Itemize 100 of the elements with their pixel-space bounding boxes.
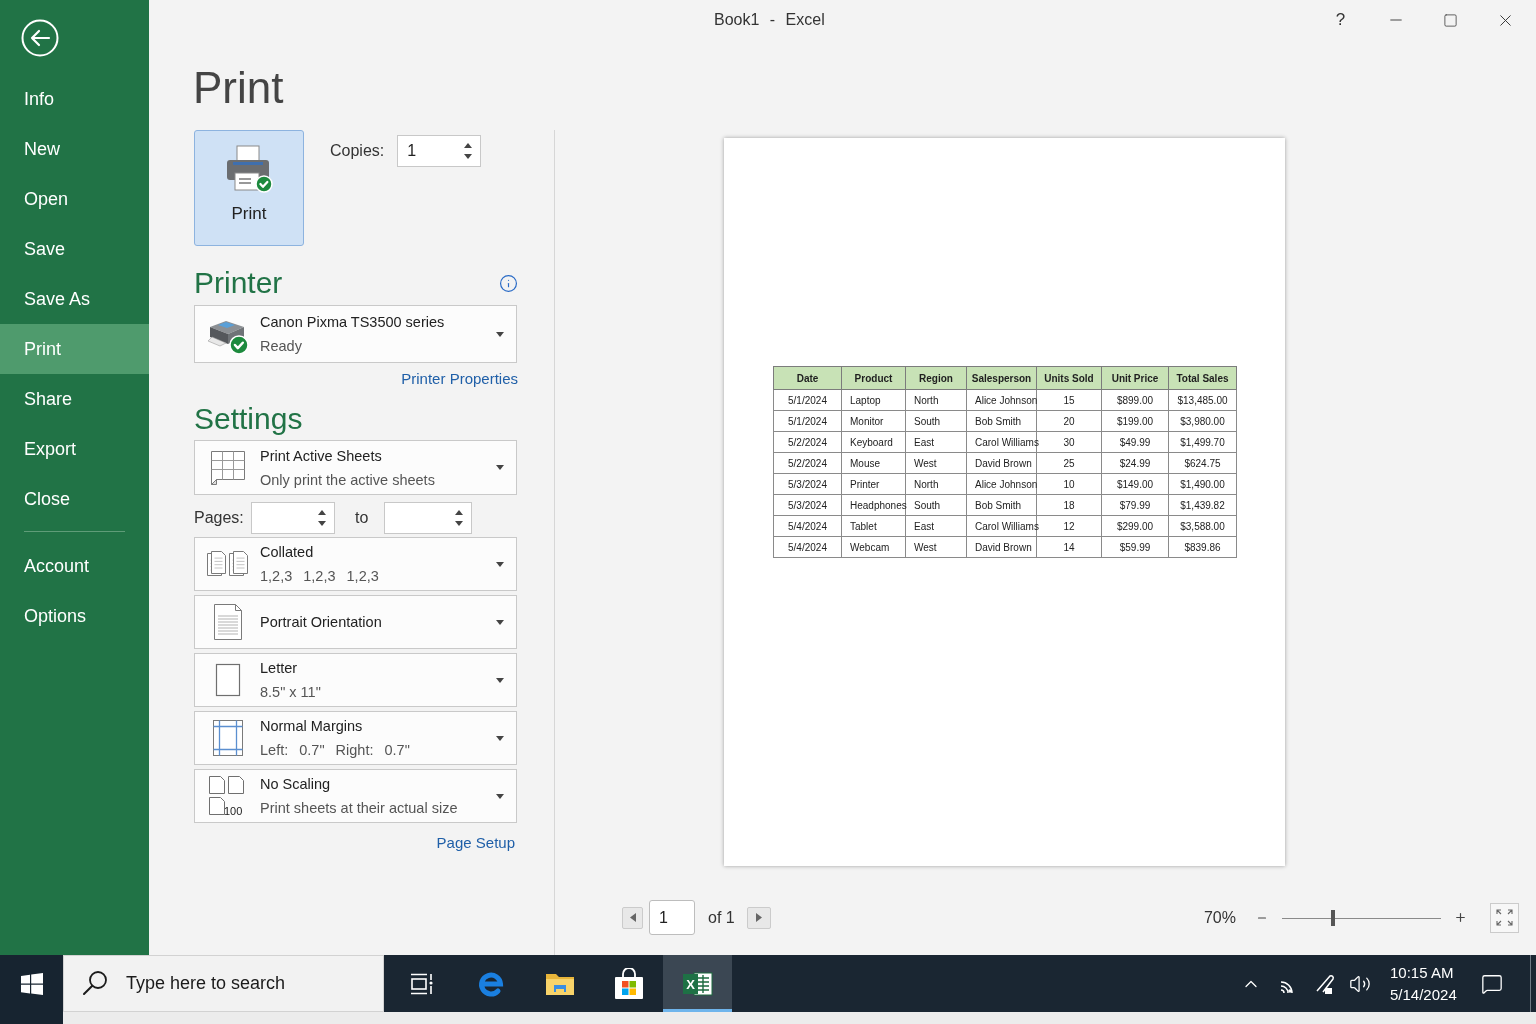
search-field[interactable]: Type here to search (63, 955, 384, 1012)
table-cell: $1,439.82 (1168, 494, 1237, 516)
page-from-field[interactable] (251, 502, 335, 534)
sidebar-item[interactable]: Info (0, 74, 149, 124)
page-to-field[interactable] (384, 502, 473, 534)
table-cell: $79.99 (1101, 494, 1169, 516)
blank-page-icon (214, 663, 241, 697)
clock[interactable]: 10:15 AM 5/14/2024 (1378, 963, 1470, 1004)
table-cell: North (905, 389, 967, 411)
table-cell: $3,588.00 (1168, 515, 1237, 537)
page-setup-link[interactable]: Page Setup (436, 833, 515, 853)
table-cell: 5/1/2024 (773, 410, 842, 432)
table-cell: $299.00 (1101, 515, 1169, 537)
task-view-icon (409, 972, 434, 995)
windows-logo-icon (20, 972, 43, 995)
caret-icon (496, 619, 504, 625)
table-cell: 25 (1036, 452, 1102, 474)
table-cell: Headphones (841, 494, 906, 516)
table-cell: Bob Smith (966, 494, 1037, 516)
table-cell: Alice Johnson (966, 473, 1037, 495)
sidebar-item[interactable]: Account (0, 541, 149, 591)
sidebar-item[interactable]: Save (0, 224, 149, 274)
margins-dropdown[interactable]: Normal Margins Left: 0.7" Right: 0.7" (194, 711, 517, 765)
sheet-grid-icon (209, 449, 246, 486)
table-cell: Printer (841, 473, 906, 495)
search-icon (82, 970, 108, 996)
sidebar-item[interactable]: Export (0, 424, 149, 474)
copies-field[interactable]: 1 (397, 135, 482, 167)
table-cell: $13,485.00 (1168, 389, 1237, 411)
table-header-cell: Region (905, 366, 967, 390)
pages-label: Pages: (194, 509, 245, 527)
sidebar-item[interactable]: Close (0, 474, 149, 524)
table-cell: 15 (1036, 389, 1102, 411)
table-cell: $839.86 (1168, 536, 1237, 558)
table-header-cell: Salesperson (966, 366, 1037, 390)
table-cell: South (905, 410, 967, 432)
orientation-dropdown[interactable]: Portrait Orientation (194, 595, 517, 649)
expand-arrows-icon (1496, 909, 1513, 926)
table-cell: 5/4/2024 (773, 536, 842, 558)
spin-arrows-icon[interactable] (318, 509, 326, 527)
info-icon[interactable] (499, 273, 518, 293)
table-cell: 5/3/2024 (773, 494, 842, 516)
caret-right-icon (755, 913, 762, 922)
table-cell: $624.75 (1168, 452, 1237, 474)
back-icon[interactable] (21, 19, 59, 57)
caret-icon (496, 677, 504, 683)
table-cell: 5/4/2024 (773, 515, 842, 537)
table-header-cell: Date (773, 366, 842, 390)
page-number-field[interactable]: 1 (649, 900, 695, 935)
sidebar-item[interactable]: Share (0, 374, 149, 424)
table-cell: $899.00 (1101, 389, 1169, 411)
printer-properties-link[interactable]: Printer Properties (401, 369, 518, 389)
table-header-cell: Product (841, 366, 906, 390)
table-cell: West (905, 536, 967, 558)
table-cell: $199.00 (1101, 410, 1169, 432)
pen-icon[interactable] (1314, 972, 1335, 995)
paper-size-dropdown[interactable]: Letter 8.5" x 11" (194, 653, 517, 707)
page-margins-icon (211, 719, 244, 757)
table-header-cell: Unit Price (1101, 366, 1169, 390)
table-cell: 10 (1036, 473, 1102, 495)
previous-page-button[interactable] (622, 906, 643, 929)
help-button[interactable]: ? (1313, 0, 1368, 40)
start-button[interactable] (0, 955, 63, 1024)
table-cell: 5/2/2024 (773, 452, 842, 474)
print-button[interactable]: Print (194, 130, 304, 246)
caret-icon (496, 735, 504, 741)
sidebar-item[interactable]: Print (0, 324, 149, 374)
zoom-to-page-button[interactable] (1490, 902, 1519, 933)
caret-icon (496, 331, 504, 337)
spin-arrows-icon[interactable] (455, 509, 464, 527)
page-count: of 1 (708, 908, 735, 927)
table-cell: Mouse (841, 452, 906, 474)
table-cell: $59.99 (1101, 536, 1169, 558)
print-scope-dropdown[interactable]: Print Active Sheets Only print the active sheets (194, 440, 517, 495)
table-header-cell: Total Sales (1168, 366, 1237, 390)
printer-dropdown[interactable]: Canon Pixma TS3500 series Ready (194, 305, 517, 363)
table-cell: 5/2/2024 (773, 431, 842, 453)
sidebar-item[interactable]: Open (0, 174, 149, 224)
table-cell: David Brown (966, 536, 1037, 558)
zoom-slider-track[interactable] (1282, 909, 1441, 926)
caret-icon (496, 465, 504, 470)
table-cell: Monitor (841, 410, 906, 432)
window-title: Book1 - Excel (714, 11, 825, 29)
collation-dropdown[interactable]: Collated 1,2,3 1,2,3 1,2,3 (194, 537, 517, 591)
table-cell: Carol Williams (966, 515, 1037, 537)
caret-left-icon (629, 913, 636, 922)
sidebar-item[interactable]: New (0, 124, 149, 174)
zoom-in-icon[interactable] (1454, 911, 1467, 924)
taskbar-app-button[interactable]: X (663, 955, 732, 1012)
spin-arrows-icon[interactable] (464, 142, 473, 160)
notifications-icon[interactable] (1481, 972, 1503, 995)
table-cell: North (905, 473, 967, 495)
sidebar-item[interactable]: Save As (0, 274, 149, 324)
scaling-dropdown[interactable]: 100 No Scaling Print sheets at their actual size (194, 769, 517, 823)
next-page-button[interactable] (746, 906, 771, 929)
zoom-slider-thumb[interactable] (1330, 909, 1335, 926)
table-cell: 5/3/2024 (773, 473, 842, 495)
sidebar-item[interactable]: Options (0, 591, 149, 641)
maximize-icon[interactable] (1443, 12, 1458, 28)
zoom-level: 70% (1203, 908, 1236, 927)
